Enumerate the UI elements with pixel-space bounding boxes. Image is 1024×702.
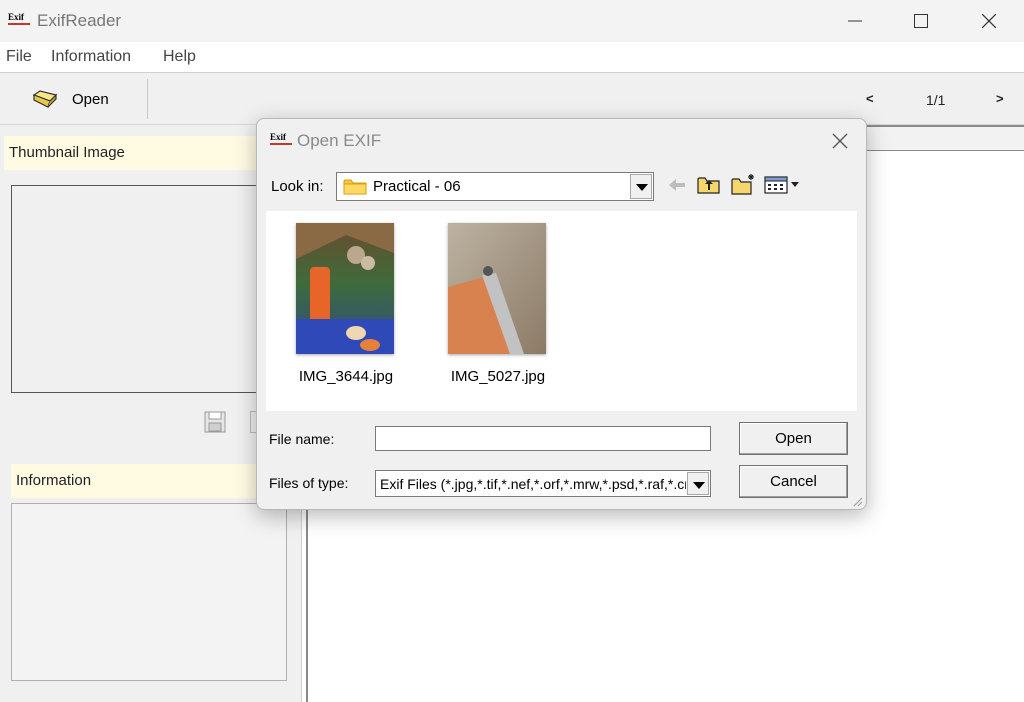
look-in-dropdown[interactable]: Practical - 06 [336,172,654,201]
file-name-label: IMG_3644.jpg [298,368,394,385]
save-icon[interactable] [204,411,226,433]
thumbnail-header: Thumbnail Image [4,136,298,170]
menu-bar: File Information Help [0,42,1024,73]
exif-logo-icon: Exif [8,12,30,25]
open-button-label: Open [72,91,109,108]
menu-information[interactable]: Information [51,48,131,66]
up-folder-icon[interactable] [697,175,721,195]
title-bar: Exif ExifReader [0,0,1024,42]
files-of-type-value: Exif Files (*.jpg,*.tif,*.nef,*.orf,*.mr… [380,476,686,492]
thumbnail-preview [11,185,289,393]
open-exif-dialog: Exif Open EXIF Look in: Practical - 06 I… [256,118,867,510]
dialog-open-button[interactable]: Open [739,422,848,455]
menu-file[interactable]: File [6,48,32,66]
new-folder-icon[interactable] [731,173,757,195]
dialog-close-icon[interactable] [829,130,851,152]
file-item[interactable]: IMG_3644.jpg [286,223,406,403]
maximize-button[interactable] [898,6,944,36]
file-thumbnail-image [296,223,394,354]
window-title: ExifReader [37,11,122,30]
look-in-value: Practical - 06 [373,178,461,195]
open-button[interactable]: Open [30,87,130,113]
close-icon [982,14,996,28]
minimize-icon [848,20,862,22]
menu-help[interactable]: Help [163,48,196,66]
file-list: IMG_3644.jpg IMG_5027.jpg [266,211,857,411]
files-of-type-label: Files of type: [269,475,349,491]
svg-text:Exif: Exif [270,132,287,142]
chevron-down-icon[interactable] [630,174,652,199]
page-indicator: 1/1 [926,92,946,108]
chevron-down-icon[interactable] [687,472,709,495]
back-arrow-icon[interactable] [667,177,687,193]
file-name-label: IMG_5027.jpg [450,368,546,385]
open-folder-icon [32,90,58,108]
maximize-icon [914,14,928,28]
look-in-label: Look in: [271,178,324,195]
information-box [11,503,287,681]
svg-text:Exif: Exif [8,12,25,22]
file-name-label-text: File name: [269,431,335,447]
file-item[interactable]: IMG_5027.jpg [438,223,558,403]
next-page-button[interactable]: > [996,91,1004,106]
file-thumbnail-image [448,223,546,354]
toolbar-separator [147,79,148,119]
close-button[interactable] [966,6,1012,36]
view-menu-icon[interactable] [764,176,802,194]
files-of-type-dropdown[interactable]: Exif Files (*.jpg,*.tif,*.nef,*.orf,*.mr… [375,470,711,497]
exif-logo-icon: Exif [270,132,292,145]
dialog-title: Open EXIF [297,131,382,150]
file-name-input[interactable] [375,426,711,451]
resize-grip-icon[interactable] [851,495,863,507]
dialog-cancel-button[interactable]: Cancel [739,465,848,498]
prev-page-button[interactable]: < [866,91,874,106]
minimize-button[interactable] [832,6,878,36]
information-header: Information [11,464,289,498]
folder-icon [343,179,367,195]
